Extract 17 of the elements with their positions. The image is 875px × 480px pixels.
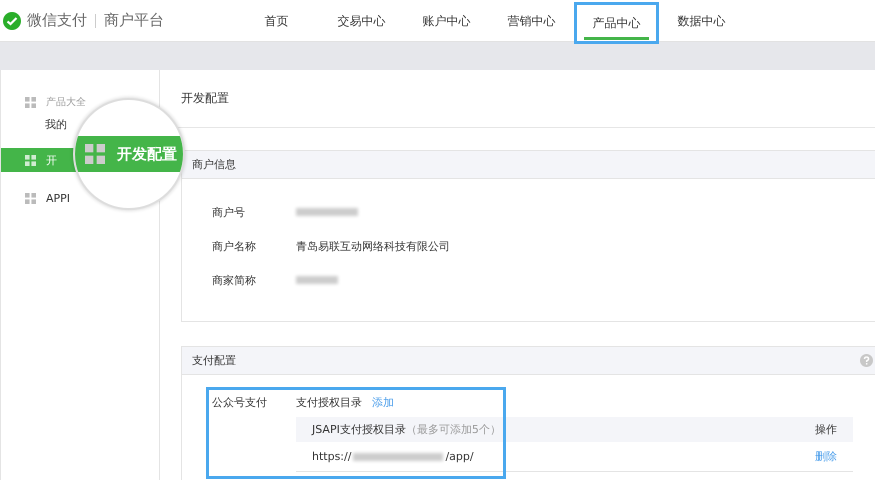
section-label: 公众号支付 [211, 395, 268, 411]
directory-label: 支付授权目录 [296, 395, 362, 411]
field-label: 商户号 [212, 204, 246, 220]
column-note: （最多可添加5个） [406, 423, 501, 436]
page-title: 开发配置 [181, 90, 229, 107]
url-text: /app/ [445, 450, 474, 463]
product-name: 商户平台 [104, 11, 164, 30]
field-value: 青岛易联互动网络科技有限公司 [296, 238, 450, 254]
card-title: 支付配置 [192, 353, 236, 368]
url-text: https:// [312, 450, 352, 463]
field-label: 商户名称 [212, 238, 257, 254]
magnified-label: 开发配置 [117, 144, 177, 164]
card-title: 商户信息 [192, 157, 236, 172]
column-header: JSAPI支付授权目录 [312, 423, 406, 436]
field-label: 商家简称 [212, 272, 257, 288]
column-header: 操作 [815, 422, 837, 437]
brand-name: 微信支付 [27, 11, 87, 30]
